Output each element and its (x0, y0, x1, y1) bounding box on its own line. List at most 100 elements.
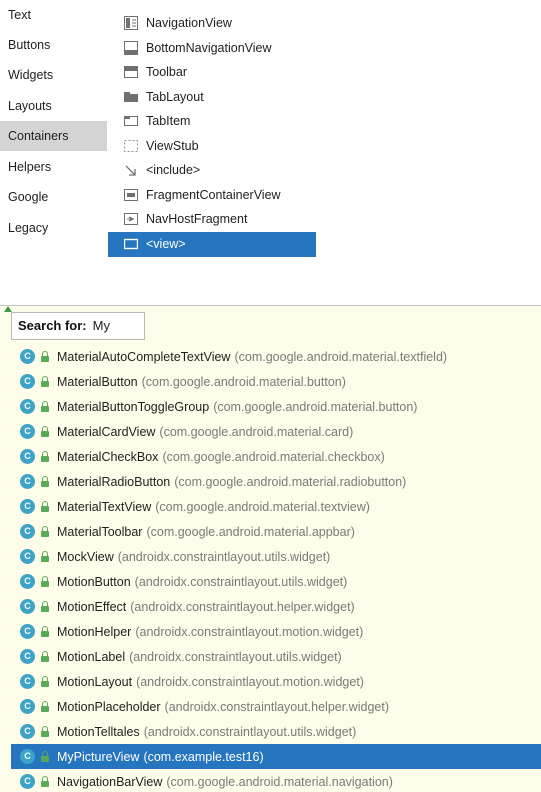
result-package-name: (com.google.android.material.textfield) (234, 349, 448, 364)
result-row[interactable]: C MotionButton (androidx.constraintlayout.… (11, 569, 541, 594)
result-row[interactable]: C MyPictureView (com.example.test16) (11, 744, 541, 769)
palette-item-label: <view> (146, 237, 186, 252)
result-package-name: (androidx.constraintlayout.helper.widget… (130, 599, 355, 614)
class-icon: C (20, 349, 35, 364)
result-package-name: (com.google.android.material.navigation) (166, 774, 393, 789)
result-row[interactable]: C NavigationBarView (com.google.android.ma… (11, 769, 541, 792)
public-lock-icon (41, 400, 51, 413)
view-stub-icon (124, 139, 138, 153)
category-helpers[interactable]: Helpers (0, 152, 107, 182)
view-icon (124, 237, 138, 251)
palette-item-label: ViewStub (146, 138, 199, 153)
result-row[interactable]: C MaterialCheckBox (com.google.android.mat… (11, 444, 541, 469)
result-class-name: MotionButton (57, 574, 131, 589)
public-lock-icon (41, 500, 51, 513)
result-row[interactable]: C MaterialCardView (com.google.android.mat… (11, 419, 541, 444)
result-row[interactable]: C MaterialTextView (com.google.android.mat… (11, 494, 541, 519)
result-package-name: (androidx.constraintlayout.motion.widget… (135, 624, 364, 639)
result-class-name: MotionHelper (57, 624, 132, 639)
palette-item-label: <include> (146, 163, 201, 178)
tab-item-icon (124, 114, 138, 128)
public-lock-icon (41, 675, 51, 688)
result-row[interactable]: C MotionEffect (androidx.constraintlayout.… (11, 594, 541, 619)
palette-item-navhostfragment[interactable]: NavHostFragment (108, 207, 316, 232)
result-row[interactable]: C MaterialButtonToggleGroup (com.google.an… (11, 394, 541, 419)
result-class-name: MyPictureView (57, 749, 140, 764)
result-package-name: (com.google.android.material.button) (141, 374, 346, 389)
result-class-name: MotionLabel (57, 649, 126, 664)
result-class-name: MaterialTextView (57, 499, 152, 514)
result-row[interactable]: C MotionTelltales (androidx.constraintlayo… (11, 719, 541, 744)
result-row[interactable]: C MockView (androidx.constraintlayout.util… (11, 544, 541, 569)
result-package-name: (com.google.android.material.appbar) (146, 524, 355, 539)
result-package-name: (com.google.android.material.checkbox) (162, 449, 385, 464)
result-row[interactable]: C MotionLayout (androidx.constraintlayout.… (11, 669, 541, 694)
palette-item-fragmentcontainerview[interactable]: FragmentContainerView (108, 183, 316, 208)
category-legacy[interactable]: Legacy (0, 213, 107, 243)
public-lock-icon (41, 650, 51, 663)
result-row[interactable]: C MaterialRadioButton (com.google.android.… (11, 469, 541, 494)
search-query[interactable]: My (93, 318, 110, 333)
palette-item-label: NavigationView (146, 16, 232, 31)
category-google[interactable]: Google (0, 182, 107, 212)
class-icon: C (20, 399, 35, 414)
public-lock-icon (41, 775, 51, 788)
palette-item-viewstub[interactable]: ViewStub (108, 134, 316, 159)
result-row[interactable]: C MaterialAutoCompleteTextView (com.google… (11, 344, 541, 369)
palette-item-tabitem[interactable]: TabItem (108, 109, 316, 134)
result-class-name: MaterialAutoCompleteTextView (57, 349, 231, 364)
result-class-name: MaterialButtonToggleGroup (57, 399, 210, 414)
class-icon: C (20, 624, 35, 639)
palette-categories: Text Buttons Widgets Layouts Containers … (0, 0, 107, 262)
nav-host-icon (124, 212, 138, 226)
palette-item-bottomnavigationview[interactable]: BottomNavigationView (108, 36, 316, 61)
category-text[interactable]: Text (0, 0, 107, 30)
public-lock-icon (41, 425, 51, 438)
class-icon: C (20, 674, 35, 689)
palette-item-label: TabItem (146, 114, 191, 129)
result-row[interactable]: C MotionHelper (androidx.constraintlayout.… (11, 619, 541, 644)
class-icon: C (20, 774, 35, 789)
result-package-name: (androidx.constraintlayout.utils.widget) (117, 549, 331, 564)
category-widgets[interactable]: Widgets (0, 60, 107, 90)
toolbar-icon (124, 65, 138, 79)
result-class-name: MotionPlaceholder (57, 699, 161, 714)
class-icon: C (20, 374, 35, 389)
palette-item-label: Toolbar (146, 65, 187, 80)
palette-item-toolbar[interactable]: Toolbar (108, 60, 316, 85)
category-layouts[interactable]: Layouts (0, 91, 107, 121)
palette-item-navigationview[interactable]: NavigationView (108, 11, 316, 36)
bottom-navigation-icon (124, 40, 138, 55)
category-containers[interactable]: Containers (0, 121, 107, 151)
palette-item-tablayout[interactable]: TabLayout (108, 85, 316, 110)
public-lock-icon (41, 350, 51, 363)
palette-item-label: TabLayout (146, 89, 204, 104)
palette-item-label: BottomNavigationView (146, 40, 272, 55)
result-row[interactable]: C MaterialToolbar (com.google.android.mate… (11, 519, 541, 544)
class-icon: C (20, 574, 35, 589)
result-class-name: MaterialCheckBox (57, 449, 159, 464)
class-icon: C (20, 474, 35, 489)
result-class-name: MaterialRadioButton (57, 474, 171, 489)
palette-panel: Text Buttons Widgets Layouts Containers … (0, 0, 320, 262)
palette-item-view[interactable]: <view> (108, 232, 316, 257)
result-row[interactable]: C MotionPlaceholder (androidx.constraintla… (11, 694, 541, 719)
class-icon: C (20, 649, 35, 664)
result-class-name: MotionTelltales (57, 724, 140, 739)
palette-item-label: NavHostFragment (146, 212, 248, 227)
class-icon: C (20, 749, 35, 764)
class-icon: C (20, 724, 35, 739)
public-lock-icon (41, 375, 51, 388)
category-buttons[interactable]: Buttons (0, 30, 107, 60)
navigation-view-icon (124, 16, 138, 31)
palette-item-include[interactable]: <include> (108, 158, 316, 183)
palette-item-label: FragmentContainerView (146, 187, 281, 202)
result-class-name: MaterialCardView (57, 424, 156, 439)
palette-items: NavigationView BottomNavigationView Tool… (108, 0, 316, 262)
tab-layout-icon (124, 90, 138, 104)
public-lock-icon (41, 700, 51, 713)
result-row[interactable]: C MaterialButton (com.google.android.mater… (11, 369, 541, 394)
result-row[interactable]: C MotionLabel (androidx.constraintlayout.u… (11, 644, 541, 669)
search-field[interactable]: Search for: My (11, 312, 145, 340)
result-package-name: (com.example.test16) (143, 749, 264, 764)
